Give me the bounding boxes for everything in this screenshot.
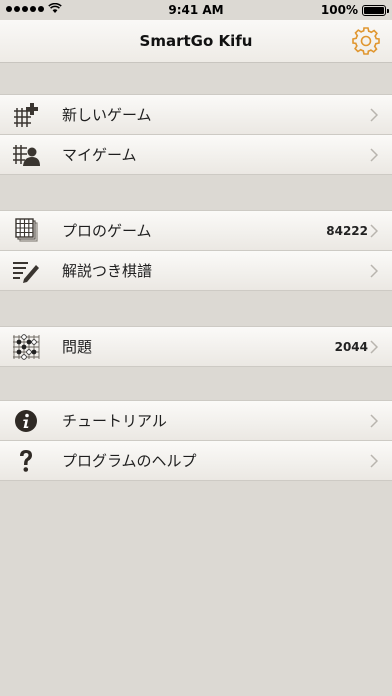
menu-item-label: マイゲーム <box>62 146 137 164</box>
chevron-right-icon <box>370 454 378 468</box>
menu-item-label: チュートリアル <box>62 412 167 430</box>
section-games: 新しいゲーム マイゲーム <box>0 94 392 175</box>
menu-item-pro-games[interactable]: 84222 プロのゲーム <box>0 210 392 250</box>
chevron-right-icon <box>370 224 378 238</box>
menu-item-my-games[interactable]: マイゲーム <box>0 134 392 175</box>
menu-item-problems[interactable]: 2044 問題 <box>0 326 392 367</box>
chevron-right-icon <box>370 148 378 162</box>
chevron-right-icon <box>370 264 378 278</box>
menu-item-program-help[interactable]: プログラムのヘルプ <box>0 440 392 481</box>
menu-item-tutorial[interactable]: チュートリアル <box>0 400 392 440</box>
chevron-right-icon <box>370 340 378 354</box>
menu-item-label: 新しいゲーム <box>62 106 152 124</box>
menu-item-label: 問題 <box>62 338 93 356</box>
commentary-icon <box>13 262 39 283</box>
my-games-icon <box>13 145 40 166</box>
pro-games-count: 84222 <box>326 224 368 238</box>
help-icon <box>20 450 32 472</box>
battery-icon <box>362 4 389 16</box>
info-icon <box>15 410 37 432</box>
menu-item-label: 解説つき棋譜 <box>62 262 153 280</box>
pro-games-icon <box>15 218 38 242</box>
chevron-right-icon <box>370 414 378 428</box>
section-pro: 84222 プロのゲーム 解説つき棋譜 <box>0 210 392 291</box>
app-title: SmartGo Kifu <box>139 32 253 50</box>
chevron-right-icon <box>370 108 378 122</box>
menu-item-label: プロのゲーム <box>62 222 152 240</box>
problems-count: 2044 <box>334 340 368 354</box>
menu-item-commentary[interactable]: 解説つき棋譜 <box>0 250 392 291</box>
nav-bar: SmartGo Kifu <box>0 20 392 63</box>
menu-item-label: プログラムのヘルプ <box>62 452 197 470</box>
menu-item-new-game[interactable]: 新しいゲーム <box>0 94 392 134</box>
new-game-icon <box>14 103 38 127</box>
battery-percent: 100% <box>320 3 358 17</box>
gear-icon[interactable] <box>350 25 382 57</box>
section-problems: 2044 問題 <box>0 326 392 367</box>
problems-icon <box>13 334 40 360</box>
status-bar: 9:41 AM 100% <box>0 0 392 20</box>
section-help: チュートリアル プログラムのヘルプ <box>0 400 392 481</box>
